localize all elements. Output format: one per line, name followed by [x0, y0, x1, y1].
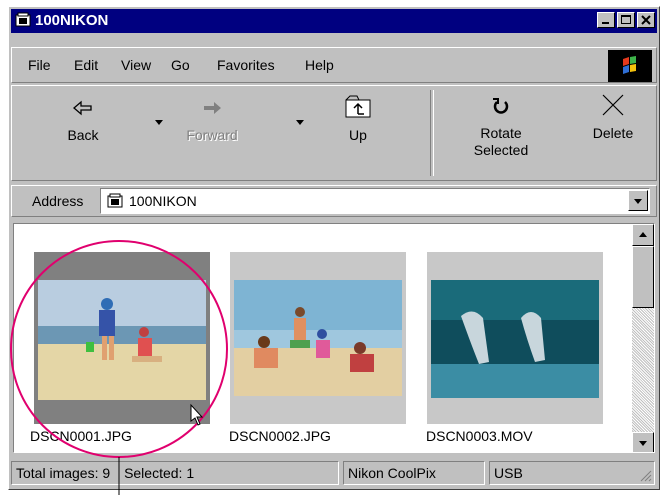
callout-overlay: [10, 240, 228, 495]
callout-circle: [10, 240, 228, 458]
mouse-pointer-icon: [190, 403, 204, 426]
